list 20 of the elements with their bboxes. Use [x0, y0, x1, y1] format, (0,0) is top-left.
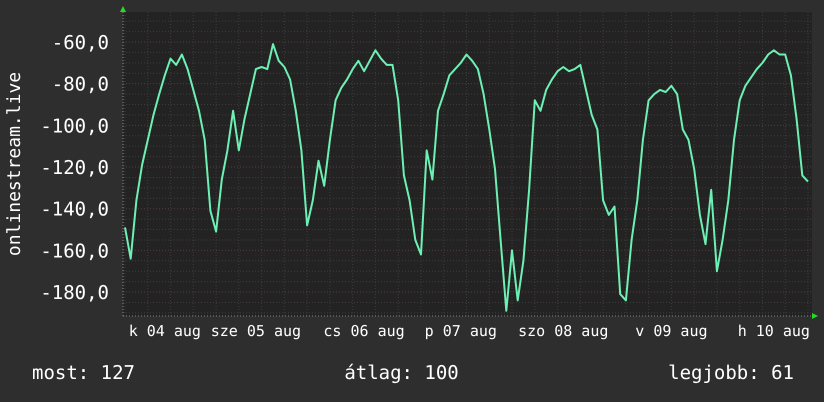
axis-tick-label: -80,0	[52, 74, 109, 96]
axis-tick-label: -60,0	[52, 32, 109, 54]
axis-tick-label: -180,0	[40, 282, 109, 304]
x-axis-arrow-icon	[122, 313, 818, 319]
axis-tick-label: -140,0	[40, 198, 109, 221]
axis-tick-label: -100,0	[40, 115, 109, 138]
axis-tick-label: cs 06 aug	[323, 322, 405, 340]
stat-text: átlag: 100	[344, 362, 459, 384]
axis-tick-label: sze 05 aug	[210, 322, 302, 340]
y-axis-arrow-icon	[120, 6, 126, 316]
axis-tick-label: h 10 aug	[738, 322, 810, 340]
axis-tick-label: -160,0	[40, 240, 109, 262]
axis-title: onlinestream.live	[4, 72, 25, 256]
axis-tick-label: v 09 aug	[635, 322, 708, 340]
stat-text: legjobb: 61	[668, 362, 794, 384]
axis-tick-label: szo 08 aug	[518, 322, 608, 340]
axis-tick-label: -120,0	[40, 157, 109, 180]
axis-tick-label: k 04 aug	[128, 322, 201, 340]
axis-tick-label: p 07 aug	[424, 322, 497, 340]
stat-text: most: 127	[32, 362, 135, 384]
